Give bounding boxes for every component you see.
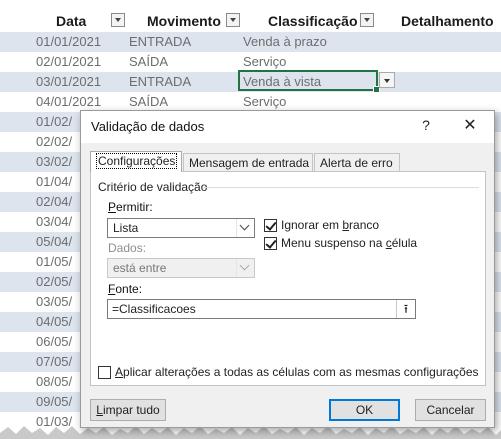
ok-button[interactable]: OK [329, 399, 400, 421]
cell-movimento[interactable]: SAÍDA [129, 92, 168, 112]
in-cell-dropdown-label[interactable]: Menu suspenso na célula [281, 236, 417, 250]
ignore-blank-label[interactable]: Ignorar em branco [281, 218, 379, 232]
cell-date[interactable]: 05/04/ [36, 232, 72, 252]
cell-movimento[interactable]: ENTRADA [129, 72, 191, 92]
source-label: Fonte: [108, 282, 143, 296]
cell-date[interactable]: 03/02/ [36, 152, 72, 172]
cell-date[interactable]: 04/01/2021 [36, 92, 101, 112]
cell-date[interactable]: 08/05/ [36, 372, 72, 392]
table-row: 04/01/2021 SAÍDA Serviço [0, 92, 501, 112]
header-data: Data [56, 13, 87, 29]
header-row: Data Movimento Classificação Detalhament… [0, 10, 501, 32]
dialog-title: Validação de dados [91, 119, 205, 134]
cell-date[interactable]: 01/04/ [36, 172, 72, 192]
header-classificacao: Classificação [268, 13, 358, 29]
allow-select-value: Lista [113, 221, 139, 235]
close-icon[interactable]: ✕ [459, 115, 481, 135]
cell-date[interactable]: 03/04/ [36, 212, 72, 232]
data-select: está entre [107, 258, 255, 278]
table-row: 01/01/2021 ENTRADA Venda à prazo [0, 32, 501, 52]
help-button[interactable]: ? [417, 117, 435, 133]
source-input[interactable]: =Classificacoes ⭱ [107, 299, 416, 319]
cell-date[interactable]: 02/05/ [36, 272, 72, 292]
filter-dropdown-icon[interactable] [226, 13, 240, 27]
in-cell-dropdown-checkbox[interactable] [264, 237, 277, 250]
cell-date[interactable]: 01/01/2021 [36, 32, 101, 52]
tab-alerta-de-erro[interactable]: Alerta de erro [314, 153, 400, 171]
cell-dropdown-arrow-icon[interactable] [379, 72, 395, 88]
group-divider [203, 187, 479, 188]
active-cell[interactable] [238, 70, 380, 93]
group-label: Critério de validação [98, 180, 208, 194]
cell-date[interactable]: 02/02/ [36, 132, 72, 152]
cell-date[interactable]: 01/05/ [36, 252, 72, 272]
chevron-down-icon [236, 219, 254, 237]
data-label: Dados: [108, 241, 147, 255]
filter-dropdown-icon[interactable] [360, 13, 374, 27]
cell-date[interactable]: 04/05/ [36, 312, 72, 332]
source-value: =Classificacoes [112, 302, 196, 316]
apply-all-label[interactable]: Aplicar alterações a todas as células co… [115, 365, 479, 379]
chevron-down-icon [236, 259, 254, 277]
dialog-titlebar: Validação de dados ? ✕ [81, 111, 494, 143]
apply-all-checkbox[interactable] [98, 366, 111, 379]
cell-movimento[interactable]: ENTRADA [129, 32, 191, 52]
cell-date[interactable]: 01/02/ [36, 112, 72, 132]
tab-mensagem-de-entrada[interactable]: Mensagem de entrada [183, 153, 313, 171]
cell-date[interactable]: 02/04/ [36, 192, 72, 212]
cell-date[interactable]: 02/01/2021 [36, 52, 101, 72]
cell-movimento[interactable]: SAÍDA [129, 52, 168, 72]
allow-label: Permitir: [108, 200, 153, 214]
header-movimento: Movimento [147, 13, 221, 29]
table-row: 02/01/2021 SAÍDA Serviço [0, 52, 501, 72]
cell-date[interactable]: 03/01/2021 [36, 72, 101, 92]
cell-date[interactable]: 03/05/ [36, 292, 72, 312]
clear-all-button[interactable]: Limpar tudo [90, 399, 166, 421]
allow-select[interactable]: Lista [107, 218, 255, 238]
cancel-button[interactable]: Cancelar [415, 399, 486, 421]
header-detalhamento: Detalhamento [401, 13, 494, 29]
ignore-blank-checkbox[interactable] [264, 219, 277, 232]
cell-classificacao[interactable]: Serviço [243, 52, 286, 72]
tab-configuracoes[interactable]: Configurações [90, 151, 182, 172]
cell-date[interactable]: 06/05/ [36, 332, 72, 352]
cell-date[interactable]: 09/05/ [36, 392, 72, 412]
cell-date[interactable]: 07/05/ [36, 352, 72, 372]
cell-classificacao[interactable]: Serviço [243, 92, 286, 112]
settings-panel: Critério de validação Permitir: Lista Ig… [90, 171, 486, 386]
filter-dropdown-icon[interactable] [111, 13, 125, 27]
data-validation-dialog: Validação de dados ? ✕ Configurações Men… [80, 110, 495, 428]
cell-classificacao[interactable]: Venda à prazo [243, 32, 327, 52]
collapse-dialog-arrow-icon[interactable]: ⭱ [396, 300, 415, 318]
data-select-value: está entre [113, 261, 167, 275]
